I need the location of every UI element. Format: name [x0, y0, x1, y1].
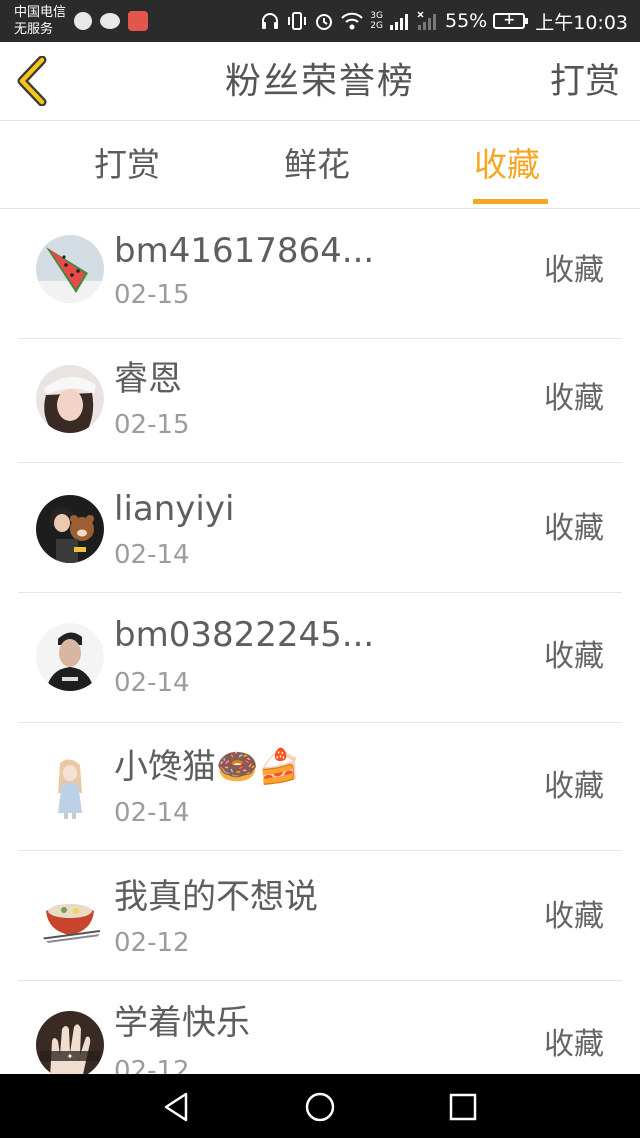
- user-date: 02-15: [114, 280, 190, 310]
- chat-bubble-icon: [100, 13, 120, 29]
- user-name: 学着快乐: [114, 1003, 250, 1043]
- man-portrait-avatar[interactable]: [36, 623, 104, 691]
- tab-bar: 打赏 鲜花 收藏: [0, 121, 640, 209]
- carrier-info: 中国电信 无服务: [14, 4, 66, 38]
- list-item[interactable]: bm41617864... 02-15 收藏: [0, 209, 640, 339]
- hand-avatar[interactable]: ✦: [36, 1011, 104, 1074]
- nav-home-button[interactable]: [303, 1090, 337, 1124]
- name-emojis: 🍩🍰: [216, 747, 301, 787]
- navigation-bar: [0, 1074, 640, 1138]
- user-name: bm41617864...: [114, 231, 375, 271]
- favorite-label: 收藏: [544, 253, 604, 288]
- nav-recents-button[interactable]: [446, 1090, 480, 1124]
- fan-list[interactable]: bm41617864... 02-15 收藏 睿恩 02-15 收藏 liany…: [0, 209, 640, 1074]
- tab-reward[interactable]: 打赏: [94, 145, 160, 185]
- carrier-service: 无服务: [14, 22, 54, 37]
- girl-portrait-avatar[interactable]: [36, 365, 104, 433]
- title-bar: 粉丝荣誉榜 打赏: [0, 42, 640, 121]
- reward-button[interactable]: 打赏: [550, 61, 620, 103]
- tab-favorites[interactable]: 收藏: [474, 145, 540, 185]
- battery-percent: 55%: [445, 10, 488, 32]
- alarm-icon: [316, 14, 333, 30]
- tab-flowers[interactable]: 鲜花: [284, 145, 350, 185]
- user-name: 睿恩: [114, 359, 182, 399]
- user-date: 02-14: [114, 798, 190, 828]
- clock: 上午10:03: [535, 11, 628, 34]
- favorite-label: 收藏: [544, 511, 604, 546]
- favorite-label: 收藏: [544, 639, 604, 674]
- page-title: 粉丝荣誉榜: [224, 61, 415, 102]
- svg-text:✦: ✦: [67, 1052, 74, 1061]
- active-tab-indicator: [473, 199, 548, 204]
- app-notification-icon: [128, 11, 148, 31]
- favorite-label: 收藏: [544, 769, 604, 804]
- favorite-label: 收藏: [544, 899, 604, 934]
- nav-back-button[interactable]: [160, 1090, 194, 1124]
- user-date: 02-15: [114, 410, 190, 440]
- signal-icon: [390, 14, 408, 30]
- circle-home-icon: [305, 1092, 335, 1122]
- square-recents-icon: [449, 1093, 477, 1121]
- network-label-bottom: 2G: [370, 21, 383, 31]
- carrier-name: 中国电信: [14, 5, 67, 20]
- network-label-top: 3G: [370, 11, 383, 21]
- watermelon-avatar[interactable]: [36, 235, 104, 303]
- list-item[interactable]: bm03822245... 02-14 收藏: [0, 593, 640, 723]
- user-date: 02-14: [114, 540, 190, 570]
- no-signal-icon: [417, 11, 436, 30]
- network-type: 3G 2G: [370, 11, 383, 31]
- globe-icon: [74, 12, 92, 30]
- triangle-back-icon: [164, 1092, 188, 1122]
- favorite-label: 收藏: [544, 1027, 604, 1062]
- user-name: lianyiyi: [114, 489, 235, 529]
- list-item[interactable]: 睿恩 02-15 收藏: [0, 333, 640, 463]
- list-item[interactable]: ✦ 学着快乐 02-12 收藏: [0, 981, 640, 1074]
- user-name: 小馋猫🍩🍰: [114, 747, 301, 787]
- battery-icon: +: [493, 12, 529, 29]
- favorite-label: 收藏: [544, 381, 604, 416]
- vibrate-icon: [288, 12, 307, 30]
- list-item[interactable]: 小馋猫🍩🍰 02-14 收藏: [0, 721, 640, 851]
- headphones-icon: [262, 13, 279, 29]
- list-item[interactable]: lianyiyi 02-14 收藏: [0, 463, 640, 593]
- user-name: 我真的不想说: [114, 877, 318, 917]
- noodle-bowl-avatar[interactable]: [36, 883, 104, 951]
- status-bar: 中国电信 无服务 3G 2G 55% + 上午10:03: [0, 0, 640, 42]
- anime-girl-avatar[interactable]: [36, 753, 104, 821]
- list-item[interactable]: 我真的不想说 02-12 收藏: [0, 851, 640, 981]
- user-date: 02-12: [114, 928, 190, 958]
- user-date: 02-12: [114, 1056, 190, 1074]
- user-date: 02-14: [114, 668, 190, 698]
- wifi-icon: [341, 12, 364, 30]
- user-name-text: 小馋猫: [114, 747, 216, 787]
- user-name: bm03822245...: [114, 615, 375, 655]
- girl-with-bear-avatar[interactable]: [36, 495, 104, 563]
